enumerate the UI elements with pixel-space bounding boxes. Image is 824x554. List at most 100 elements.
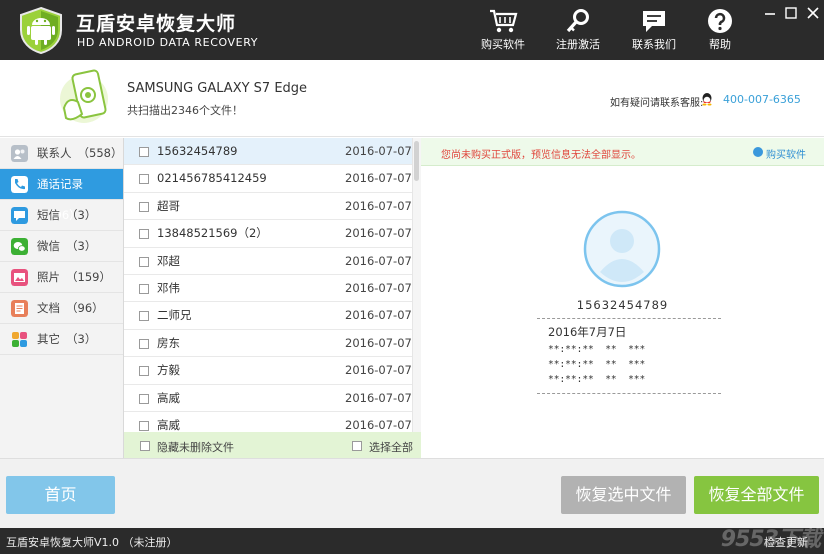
hotline-number[interactable]: 400-007-6365: [723, 93, 801, 106]
close-icon[interactable]: [806, 6, 820, 20]
document-icon: [11, 300, 28, 317]
list-scrollbar[interactable]: [412, 138, 421, 432]
call-name: 021456785412459: [157, 171, 267, 186]
list-item[interactable]: 房东 2016-07-07: [124, 330, 412, 358]
buy-software-button[interactable]: 购买软件: [470, 8, 536, 52]
wechat-icon: [11, 238, 28, 255]
sidebar-item-call-log[interactable]: 通话记录（96）: [0, 169, 123, 222]
row-checkbox[interactable]: [139, 229, 149, 240]
home-button[interactable]: 首页: [6, 476, 115, 514]
list-item[interactable]: 邓超 2016-07-07: [124, 248, 412, 275]
row-checkbox[interactable]: [139, 338, 149, 349]
help-label: 帮助: [709, 38, 731, 51]
list-item[interactable]: 二师兄 2016-07-07: [124, 302, 412, 330]
call-name: 超哥: [157, 198, 180, 213]
row-checkbox[interactable]: [139, 366, 149, 377]
list-item[interactable]: 13848521569（2） 2016-07-07: [124, 220, 412, 248]
row-checkbox[interactable]: [139, 256, 149, 267]
buy-software-label: 购买软件: [481, 38, 525, 51]
contact-us-button[interactable]: 联系我们: [621, 8, 687, 52]
sidebar-item-sms[interactable]: 短信 （3）: [0, 200, 123, 231]
list-item[interactable]: 超哥 2016-07-07: [124, 193, 412, 221]
divider: [537, 318, 721, 319]
help-icon: [708, 9, 732, 33]
sidebar-item-label: 微信: [37, 239, 60, 253]
list-item[interactable]: 15632454789 2016-07-07: [124, 138, 412, 166]
info-icon: [753, 147, 763, 157]
sidebar-item-count: （558）: [77, 146, 123, 160]
hide-undeleted-label[interactable]: 隐藏未删除文件: [157, 439, 234, 455]
call-date: 2016-07-07: [345, 308, 412, 323]
photo-icon: [11, 269, 28, 286]
sidebar-item-count: （3）: [66, 208, 97, 222]
call-name: 二师兄: [157, 308, 192, 323]
avatar: [583, 210, 661, 288]
call-name: 高威: [157, 417, 180, 432]
recover-selected-button[interactable]: 恢复选中文件: [561, 476, 686, 514]
row-checkbox[interactable]: [139, 174, 149, 185]
call-name: 15632454789: [157, 144, 238, 158]
call-date: 2016-07-07: [345, 226, 412, 241]
cart-icon: [490, 9, 518, 33]
buy-software-link[interactable]: 购买软件: [766, 146, 806, 161]
detail-phone-number: 15632454789: [576, 298, 669, 312]
call-name: 邓伟: [157, 280, 180, 295]
scan-result: 共扫描出2346个文件！: [127, 104, 243, 117]
recover-all-button[interactable]: 恢复全部文件: [694, 476, 819, 514]
list-scrollbar-thumb[interactable]: [414, 141, 419, 181]
app-logo-icon: [20, 6, 62, 54]
phone-illustration-icon: [60, 69, 108, 123]
call-date: 2016-07-07: [345, 280, 412, 295]
select-all-label[interactable]: 选择全部: [369, 439, 413, 455]
sidebar-item-photos[interactable]: 照片 （159）: [0, 262, 123, 293]
call-date: 2016-07-07: [345, 253, 412, 268]
select-all-checkbox[interactable]: [352, 441, 362, 451]
row-checkbox[interactable]: [139, 311, 149, 322]
detail-call-date: 2016年7月7日: [548, 325, 627, 339]
maximize-icon[interactable]: [784, 6, 798, 20]
app-title: 互盾安卓恢复大师: [76, 13, 237, 35]
contact-hint: 如有疑问请联系客服:: [610, 98, 704, 109]
list-item[interactable]: 方毅 2016-07-07: [124, 357, 412, 385]
row-checkbox[interactable]: [139, 393, 149, 404]
sidebar-item-label: 通话记录: [37, 177, 83, 191]
list-item[interactable]: 邓伟 2016-07-07: [124, 275, 412, 303]
list-item[interactable]: 高威 2016-07-07: [124, 385, 412, 412]
list-item[interactable]: 021456785412459 2016-07-07: [124, 165, 412, 193]
sidebar-item-count: （3）: [66, 239, 97, 253]
sidebar-item-label: 其它: [37, 332, 60, 346]
hide-undeleted-checkbox[interactable]: [140, 441, 150, 451]
version-text: 互盾安卓恢复大师V1.0 （未注册）: [6, 536, 178, 549]
sidebar-item-wechat[interactable]: 微信 （3）: [0, 231, 123, 262]
call-date: 2016-07-07: [345, 390, 412, 405]
call-log-icon: [11, 176, 28, 193]
call-name: 高威: [157, 390, 180, 405]
row-checkbox[interactable]: [139, 283, 149, 294]
watermark: 9553下载: [720, 527, 821, 552]
call-date: 2016-07-07: [345, 363, 412, 378]
sidebar-item-other[interactable]: 其它 （3）: [0, 324, 123, 355]
sidebar-item-count: （96）: [66, 301, 104, 315]
masked-record: **:**:** ** ***: [548, 374, 646, 385]
list-item[interactable]: 高威 2016-07-07: [124, 412, 412, 432]
row-checkbox[interactable]: [139, 420, 149, 431]
divider: [537, 393, 721, 394]
row-checkbox[interactable]: [139, 147, 149, 157]
call-name: 13848521569（2）: [157, 226, 268, 241]
app-subtitle: HD ANDROID DATA RECOVERY: [77, 36, 259, 49]
masked-record: **:**:** ** ***: [548, 359, 646, 370]
register-activate-label: 注册激活: [556, 38, 600, 51]
call-name: 房东: [157, 335, 180, 350]
sidebar-item-count: （3）: [66, 332, 97, 346]
masked-record: **:**:** ** ***: [548, 344, 646, 355]
minimize-icon[interactable]: [763, 6, 777, 20]
sidebar-item-documents[interactable]: 文档 （96）: [0, 293, 123, 324]
register-activate-button[interactable]: 注册激活: [545, 8, 611, 52]
call-name: 邓超: [157, 253, 180, 268]
sidebar-item-label: 照片: [37, 270, 60, 284]
qq-icon[interactable]: [700, 92, 714, 106]
sidebar-item-contacts[interactable]: 联系人 （558）: [0, 138, 123, 169]
row-checkbox[interactable]: [139, 201, 149, 212]
help-button[interactable]: 帮助: [687, 8, 753, 52]
contact-us-label: 联系我们: [632, 38, 676, 51]
